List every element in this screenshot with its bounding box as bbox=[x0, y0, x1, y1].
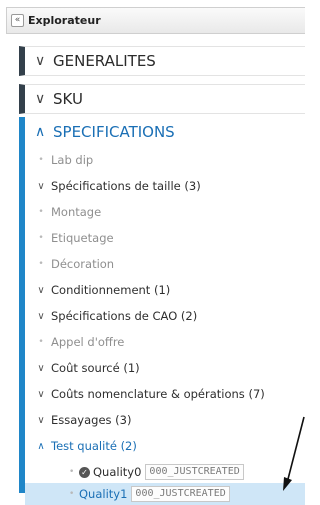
chevron-down-icon: ∨ bbox=[35, 53, 46, 69]
check-circle-icon: ✓ bbox=[79, 466, 90, 478]
panel-title: Explorateur bbox=[28, 14, 101, 27]
collapse-panel-icon[interactable]: « bbox=[11, 14, 24, 27]
section-specifications-header[interactable]: ∧ SPECIFICATIONS bbox=[25, 117, 305, 147]
tree-subitem-quality0[interactable]: • ✓ Quality0 000_JUSTCREATED bbox=[69, 461, 305, 483]
tree-item-essayages[interactable]: ∨ Essayages (3) bbox=[25, 408, 305, 432]
tree-item-label: Appel d'offre bbox=[51, 335, 125, 349]
tree-item-decoration[interactable]: • Décoration bbox=[25, 252, 305, 276]
bullet-icon: • bbox=[38, 233, 44, 243]
tree-item-cout-source[interactable]: ∨ Coût sourcé (1) bbox=[25, 356, 305, 380]
tree-item-label: Conditionnement (1) bbox=[51, 283, 171, 297]
chevron-down-icon[interactable]: ∨ bbox=[35, 311, 47, 322]
bullet-icon: • bbox=[69, 467, 75, 477]
tree-item-label: Etiquetage bbox=[51, 231, 114, 245]
tree-item-label: Essayages (3) bbox=[51, 413, 132, 427]
tree-item-label: Test qualité (2) bbox=[51, 439, 137, 453]
section-generalites[interactable]: ∨ GENERALITES bbox=[19, 46, 305, 76]
chevron-down-icon: ∨ bbox=[35, 91, 46, 107]
tree-item-montage[interactable]: • Montage bbox=[25, 200, 305, 224]
bullet-icon: • bbox=[69, 489, 75, 499]
tree-item-label: Lab dip bbox=[51, 153, 94, 167]
bullet-icon: • bbox=[38, 207, 44, 217]
chevron-down-icon[interactable]: ∨ bbox=[35, 415, 47, 426]
tree-item-specifications-cao[interactable]: ∨ Spécifications de CAO (2) bbox=[25, 304, 305, 328]
section-sku[interactable]: ∨ SKU bbox=[19, 84, 305, 114]
explorer-header: « Explorateur bbox=[0, 0, 305, 38]
chevron-down-icon[interactable]: ∨ bbox=[35, 389, 47, 400]
status-badge: 000_JUSTCREATED bbox=[145, 464, 244, 480]
section-label: SKU bbox=[53, 90, 83, 108]
tree-item-couts-nomenclature[interactable]: ∨ Coûts nomenclature & opérations (7) bbox=[25, 382, 305, 406]
tree-item-label: Spécifications de CAO (2) bbox=[51, 309, 198, 323]
tree-item-label: Coûts nomenclature & opérations (7) bbox=[51, 387, 265, 401]
chevron-down-icon[interactable]: ∨ bbox=[35, 363, 47, 374]
tree-item-label: Décoration bbox=[51, 257, 115, 271]
bullet-icon: • bbox=[38, 155, 44, 165]
tree-item-appel-offre[interactable]: • Appel d'offre bbox=[25, 330, 305, 354]
quality-label: Quality1 bbox=[79, 487, 128, 501]
tree-item-test-qualite[interactable]: ∧ Test qualité (2) bbox=[25, 434, 305, 458]
tree-subitem-quality1[interactable]: • Quality1 000_JUSTCREATED bbox=[25, 483, 305, 505]
bullet-icon: • bbox=[38, 337, 44, 347]
section-label: SPECIFICATIONS bbox=[53, 123, 175, 141]
status-badge: 000_JUSTCREATED bbox=[131, 486, 230, 502]
section-specifications: ∧ SPECIFICATIONS • Lab dip ∨ Spécificati… bbox=[19, 117, 305, 505]
section-label: GENERALITES bbox=[53, 52, 156, 70]
chevron-down-icon[interactable]: ∨ bbox=[35, 285, 47, 296]
tree-item-specifications-taille[interactable]: ∨ Spécifications de taille (3) bbox=[25, 174, 305, 198]
tree-item-etiquetage[interactable]: • Etiquetage bbox=[25, 226, 305, 250]
chevron-up-icon: ∧ bbox=[35, 124, 46, 140]
explorer-title-bar: « Explorateur bbox=[6, 7, 305, 34]
tree-item-label: Coût sourcé (1) bbox=[51, 361, 140, 375]
chevron-up-icon[interactable]: ∧ bbox=[35, 441, 47, 452]
pointer-arrow-icon bbox=[283, 416, 305, 491]
chevron-down-icon[interactable]: ∨ bbox=[35, 181, 47, 192]
tree-item-lab-dip[interactable]: • Lab dip bbox=[25, 148, 305, 172]
tree-item-conditionnement[interactable]: ∨ Conditionnement (1) bbox=[25, 278, 305, 302]
bullet-icon: • bbox=[38, 259, 44, 269]
tree-item-label: Spécifications de taille (3) bbox=[51, 179, 201, 193]
quality-label: Quality0 bbox=[93, 465, 142, 479]
tree-item-label: Montage bbox=[51, 205, 102, 219]
